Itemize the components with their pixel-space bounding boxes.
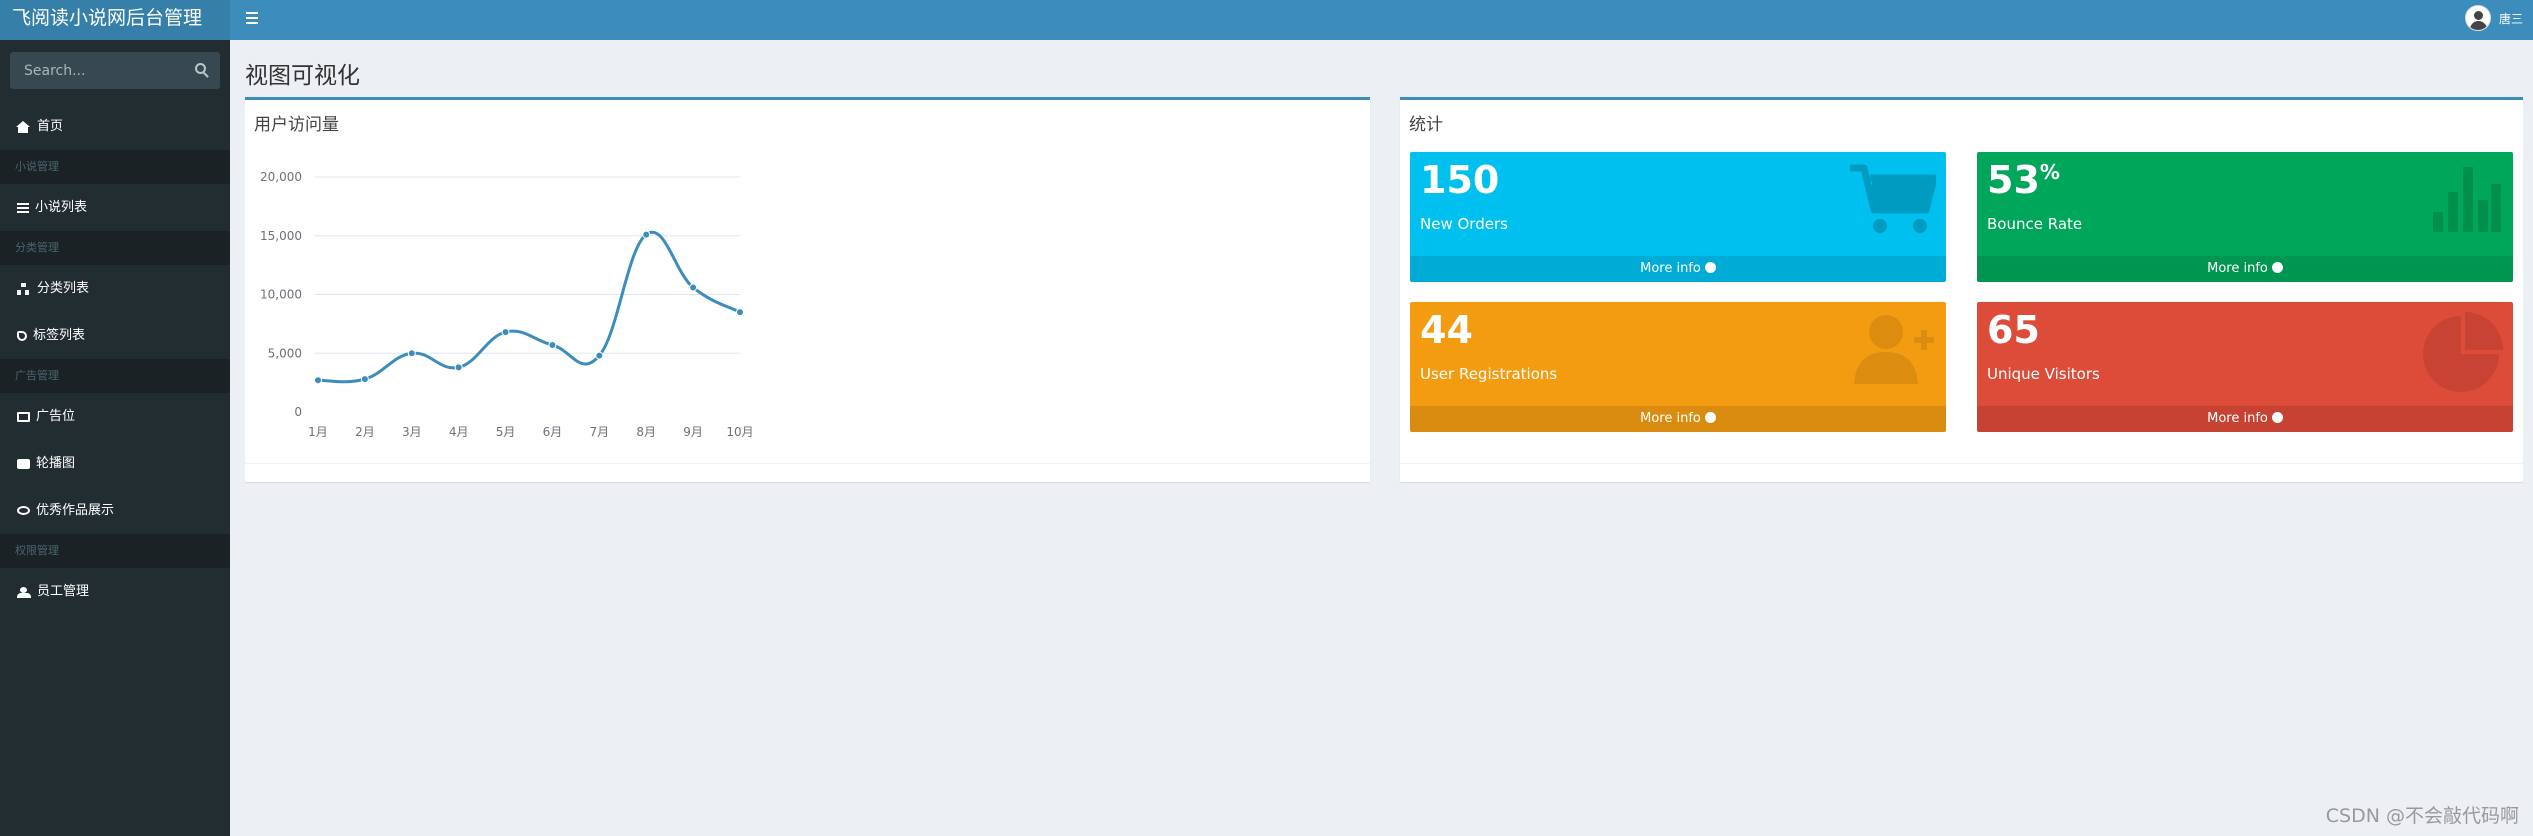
sidebar-item-label: 轮播图 [36, 456, 76, 471]
navbar: 唐三 [230, 0, 2533, 40]
more-info-link[interactable]: More info [1977, 256, 2513, 282]
bar-chart-icon [2433, 167, 2501, 232]
eye-icon [17, 506, 30, 515]
watermark: CSDN @不会敲代码啊 [2325, 805, 2519, 827]
more-info-link[interactable]: More info [1410, 256, 1946, 282]
more-info-link[interactable]: More info [1410, 406, 1946, 432]
y-tick-label: 0 [294, 405, 302, 419]
y-tick-label: 10,000 [260, 288, 302, 302]
stat-label: User Registrations [1420, 365, 1558, 383]
menu-header-permission: 权限管理 [0, 534, 230, 568]
arrow-circle-right-icon [2271, 262, 2283, 273]
sidebar-item-staff[interactable]: 员工管理 [0, 568, 230, 615]
stat-card-bounce-rate: 53% Bounce Rate More info [1977, 152, 2513, 282]
arrow-circle-right-icon [1704, 412, 1716, 423]
data-point [736, 308, 744, 317]
stat-label: Unique Visitors [1987, 365, 2100, 383]
data-point [548, 341, 557, 350]
avatar[interactable] [2464, 5, 2491, 31]
stats-box-title: 统计 [1409, 115, 1443, 135]
data-point [642, 230, 651, 239]
x-tick-label: 8月 [636, 425, 656, 439]
x-tick-label: 6月 [543, 425, 563, 439]
data-point [314, 376, 322, 385]
sidebar-item-label: 分类列表 [37, 281, 90, 296]
data-point [454, 363, 463, 372]
arrow-circle-right-icon [1704, 262, 1716, 273]
user-plus-icon [1854, 315, 1934, 384]
page-title: 视图可视化 [245, 63, 360, 89]
box-divider [245, 463, 1370, 464]
search-icon[interactable] [195, 63, 206, 74]
sidebar-item-showcase[interactable]: 优秀作品展示 [0, 487, 230, 534]
user-menu[interactable]: 唐三 [2464, 5, 2523, 31]
sidebar-item-tag-list[interactable]: 标签列表 [0, 312, 230, 359]
sidebar-toggle-icon[interactable] [246, 8, 266, 28]
y-tick-label: 15,000 [260, 229, 302, 243]
sidebar-item-carousel[interactable]: 轮播图 [0, 440, 230, 487]
x-tick-label: 5月 [496, 425, 516, 439]
images-icon [17, 458, 30, 469]
sidebar-item-label: 标签列表 [33, 328, 86, 343]
stat-value: 44 [1420, 308, 1473, 352]
y-tick-label: 20,000 [260, 170, 302, 184]
sidebar-item-label: 首页 [37, 119, 64, 134]
data-point [501, 328, 510, 337]
tag-icon [17, 330, 27, 341]
sidebar-item-category-list[interactable]: 分类列表 [0, 265, 230, 312]
monitor-icon [17, 411, 30, 422]
chart-box: 用户访问量 0 5,000 10,000 15,000 20,000 1月 2月 3月 4月 5月… [245, 97, 1370, 482]
sidebar-item-label: 优秀作品展示 [36, 503, 115, 518]
sidebar-item-label: 广告位 [36, 409, 76, 424]
stat-label: Bounce Rate [1987, 215, 2083, 233]
menu-header-ads: 广告管理 [0, 359, 230, 393]
user-name[interactable]: 唐三 [2499, 10, 2523, 27]
sidebar-item-novel-list[interactable]: 小说列表 [0, 184, 230, 231]
top-header: 飞阅读小说网后台管理 唐三 [0, 0, 2533, 40]
pie-chart-icon [2423, 312, 2503, 392]
data-point [360, 375, 369, 384]
arrow-circle-right-icon [2271, 412, 2283, 423]
search-input[interactable] [10, 52, 220, 89]
sidebar-search [10, 52, 220, 89]
shopping-cart-icon [1850, 164, 1936, 233]
stat-value: 65 [1987, 308, 2040, 352]
list-icon [17, 202, 29, 213]
y-tick-label: 5,000 [268, 346, 302, 360]
x-tick-label: 1月 [308, 425, 328, 439]
stat-value: 150 [1420, 158, 1500, 202]
app-logo[interactable]: 飞阅读小说网后台管理 [0, 0, 230, 40]
home-icon [16, 120, 31, 133]
x-tick-label: 3月 [402, 425, 422, 439]
menu-header-category: 分类管理 [0, 231, 230, 265]
data-point [407, 349, 416, 358]
stat-label: New Orders [1420, 215, 1508, 233]
box-divider [1400, 463, 2523, 464]
sidebar: 首页 小说管理 小说列表 分类管理 分类列表 标签列表 广告管理 广告位 轮播图… [0, 40, 230, 836]
stat-card-unique-visitors: 65 Unique Visitors More info [1977, 302, 2513, 432]
sidebar-item-label: 员工管理 [37, 584, 90, 599]
data-point [595, 351, 604, 360]
sidebar-item-ad-slot[interactable]: 广告位 [0, 393, 230, 440]
data-point [689, 283, 698, 292]
stats-box: 统计 150 New Orders More info 53% Bounce R… [1400, 97, 2523, 482]
stat-value: 53% [1987, 158, 2060, 202]
sidebar-item-home[interactable]: 首页 [0, 103, 230, 150]
x-tick-label: 7月 [590, 425, 610, 439]
x-tick-label: 9月 [683, 425, 703, 439]
visits-line-chart: 0 5,000 10,000 15,000 20,000 1月 2月 3月 4月 5月 6月 7月 8月… [260, 170, 754, 439]
stat-card-new-orders: 150 New Orders More info [1410, 152, 1946, 282]
sidebar-item-label: 小说列表 [35, 200, 88, 215]
users-icon [17, 586, 31, 598]
sitemap-icon [17, 282, 31, 295]
more-info-link[interactable]: More info [1977, 406, 2513, 432]
stat-card-user-registrations: 44 User Registrations More info [1410, 302, 1946, 432]
menu-header-novel: 小说管理 [0, 150, 230, 184]
x-tick-label: 4月 [449, 425, 469, 439]
visits-series-line [317, 230, 741, 384]
x-tick-label: 2月 [355, 425, 375, 439]
x-tick-label: 10月 [726, 425, 753, 439]
